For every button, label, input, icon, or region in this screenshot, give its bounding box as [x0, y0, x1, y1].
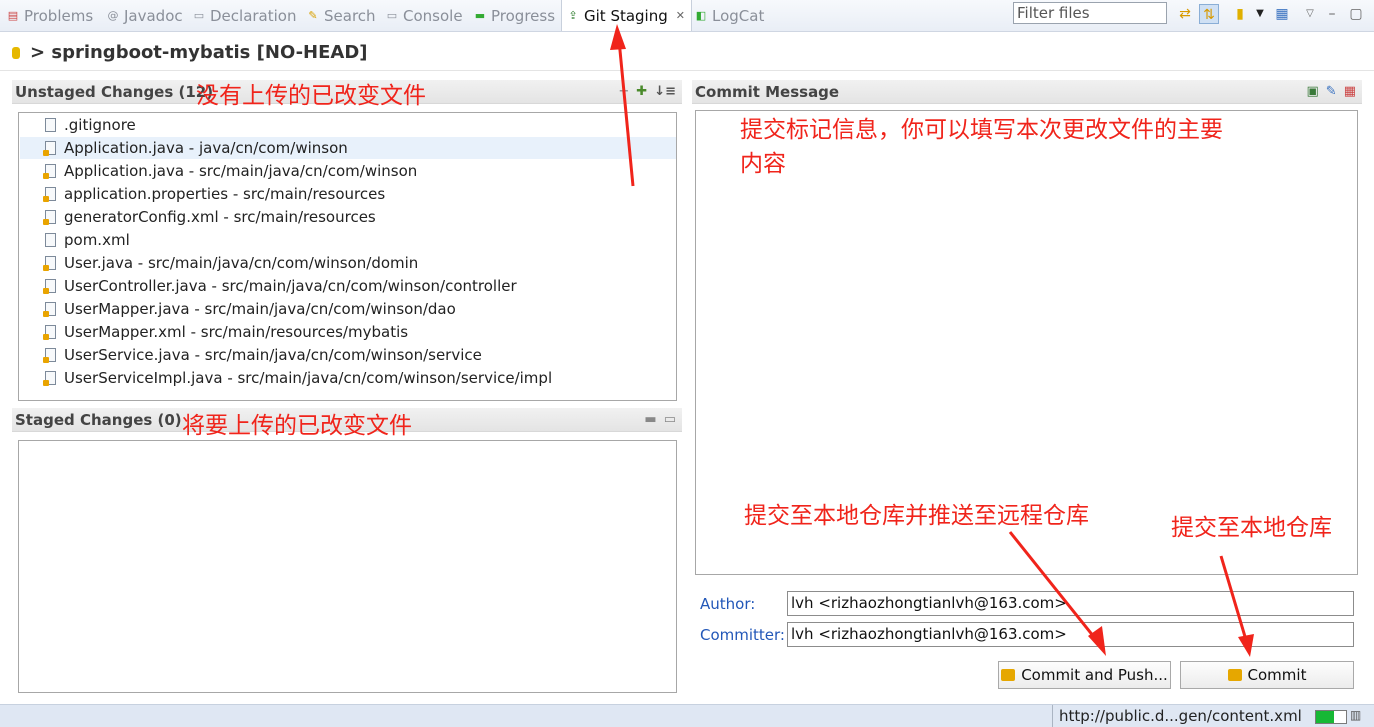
arrowhead [1238, 634, 1254, 657]
progress-fill [1316, 711, 1334, 723]
arrow-to-commit [1219, 555, 1248, 641]
status-url: http://public.d...gen/content.xml [1059, 707, 1302, 725]
progress-view-icon[interactable]: ▥ [1350, 708, 1361, 722]
arrow-to-git-staging [617, 39, 635, 187]
progress-bar [1315, 710, 1347, 724]
arrow-to-commit-push [1008, 531, 1100, 643]
status-bar: http://public.d...gen/content.xml ▥ [0, 704, 1374, 727]
annotation-arrows [610, 24, 1254, 657]
divider [1052, 705, 1053, 727]
arrowhead [610, 24, 626, 50]
